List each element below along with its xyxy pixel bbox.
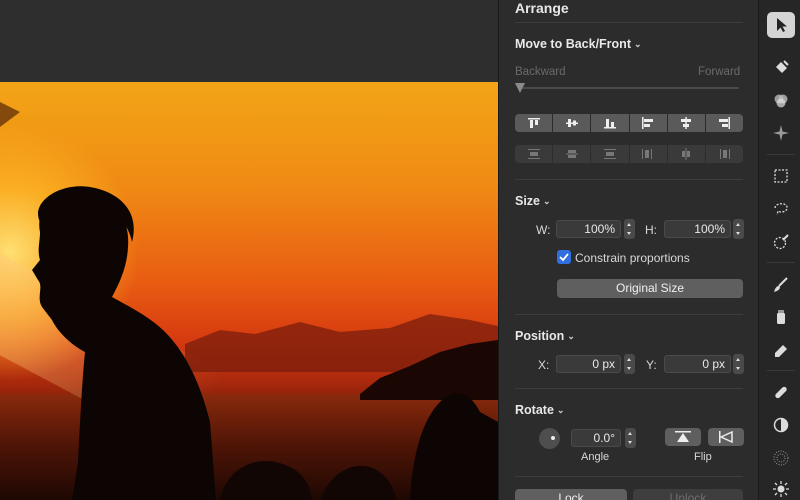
blur-icon[interactable] — [767, 445, 795, 471]
lasso-select-icon[interactable] — [767, 196, 795, 222]
align-right-button[interactable] — [706, 114, 743, 132]
position-section-toggle[interactable]: Position ⌄ — [515, 329, 575, 343]
inspector-title: Arrange — [515, 0, 569, 16]
angle-stepper[interactable] — [625, 428, 636, 448]
width-field[interactable]: 100% — [556, 220, 621, 238]
sunset-photo[interactable] — [0, 82, 498, 500]
original-size-button[interactable]: Original Size — [557, 279, 743, 298]
distribute-left-button[interactable] — [630, 145, 668, 163]
rect-select-icon[interactable] — [767, 163, 795, 189]
unlock-button[interactable]: Unlock — [633, 489, 743, 500]
x-stepper[interactable] — [624, 354, 635, 374]
forward-label: Forward — [698, 66, 741, 78]
flip-label: Flip — [694, 451, 712, 463]
clone-icon[interactable] — [767, 412, 795, 438]
y-label: Y: — [646, 358, 657, 372]
depth-slider-thumb[interactable] — [515, 83, 525, 93]
move-to-label: Move to Back/Front — [515, 37, 631, 51]
y-stepper[interactable] — [733, 354, 744, 374]
align-left-button[interactable] — [630, 114, 668, 132]
paint-bucket-icon[interactable] — [767, 54, 795, 80]
brush-icon[interactable] — [767, 272, 795, 298]
align-bottom-button[interactable] — [591, 114, 630, 132]
x-label: X: — [538, 358, 550, 372]
light-icon[interactable] — [767, 476, 795, 500]
flip-vertical-button[interactable] — [665, 428, 701, 446]
divider — [515, 314, 743, 315]
checkmark-icon — [559, 253, 569, 262]
canvas-area[interactable] — [0, 0, 498, 500]
color-adjust-icon[interactable] — [767, 88, 795, 114]
arrow-select-icon[interactable] — [767, 12, 795, 38]
distribute-bottom-button[interactable] — [591, 145, 630, 163]
size-title: Size — [515, 194, 541, 208]
distribute-vcenter-button[interactable] — [553, 145, 592, 163]
bandage-icon[interactable] — [767, 379, 795, 405]
depth-slider[interactable] — [515, 83, 743, 99]
height-label: H: — [645, 223, 657, 237]
lock-button[interactable]: Lock — [515, 489, 627, 500]
distribute-buttons — [515, 145, 743, 163]
distribute-top-button[interactable] — [515, 145, 554, 163]
angle-field[interactable]: 0.0° — [571, 429, 621, 447]
fill-icon[interactable] — [767, 304, 795, 330]
flip-vertical-icon — [675, 431, 691, 442]
align-vcenter-button[interactable] — [553, 114, 592, 132]
chevron-down-icon: ⌄ — [556, 405, 565, 416]
position-title: Position — [515, 329, 565, 343]
height-stepper[interactable] — [733, 219, 744, 239]
chevron-down-icon: ⌄ — [634, 39, 642, 50]
divider — [515, 179, 743, 180]
distribute-hcenter-button[interactable] — [668, 145, 706, 163]
angle-dial[interactable] — [539, 428, 560, 449]
divider — [515, 388, 743, 389]
constrain-proportions-label: Constrain proportions — [575, 251, 690, 265]
flip-horizontal-icon — [719, 430, 733, 444]
sparkle-effects-icon[interactable] — [767, 120, 795, 146]
backward-label: Backward — [515, 66, 566, 78]
chevron-down-icon: ⌄ — [543, 196, 551, 207]
size-section-toggle[interactable]: Size ⌄ — [515, 194, 551, 208]
distribute-right-button[interactable] — [706, 145, 743, 163]
x-field[interactable]: 0 px — [556, 355, 621, 373]
rotate-title: Rotate — [515, 403, 554, 417]
width-label: W: — [536, 223, 551, 237]
eraser-icon[interactable] — [767, 337, 795, 363]
y-field[interactable]: 0 px — [664, 355, 731, 373]
tools-sidebar — [758, 0, 800, 500]
align-hcenter-button[interactable] — [668, 114, 706, 132]
move-to-back-front-dropdown[interactable]: Move to Back/Front ⌄ — [515, 37, 642, 51]
align-buttons — [515, 114, 743, 132]
angle-label: Angle — [581, 451, 610, 463]
quick-select-icon[interactable] — [767, 229, 795, 255]
rotate-section-toggle[interactable]: Rotate ⌄ — [515, 403, 564, 417]
align-top-button[interactable] — [515, 114, 554, 132]
divider — [515, 22, 743, 23]
flip-horizontal-button[interactable] — [708, 428, 744, 446]
height-field[interactable]: 100% — [664, 220, 731, 238]
constrain-proportions-checkbox[interactable] — [557, 250, 571, 264]
width-stepper[interactable] — [624, 219, 635, 239]
divider — [515, 476, 743, 477]
chevron-down-icon: ⌄ — [567, 331, 575, 342]
arrange-inspector: Arrange Move to Back/Front ⌄ Backward For… — [498, 0, 758, 500]
